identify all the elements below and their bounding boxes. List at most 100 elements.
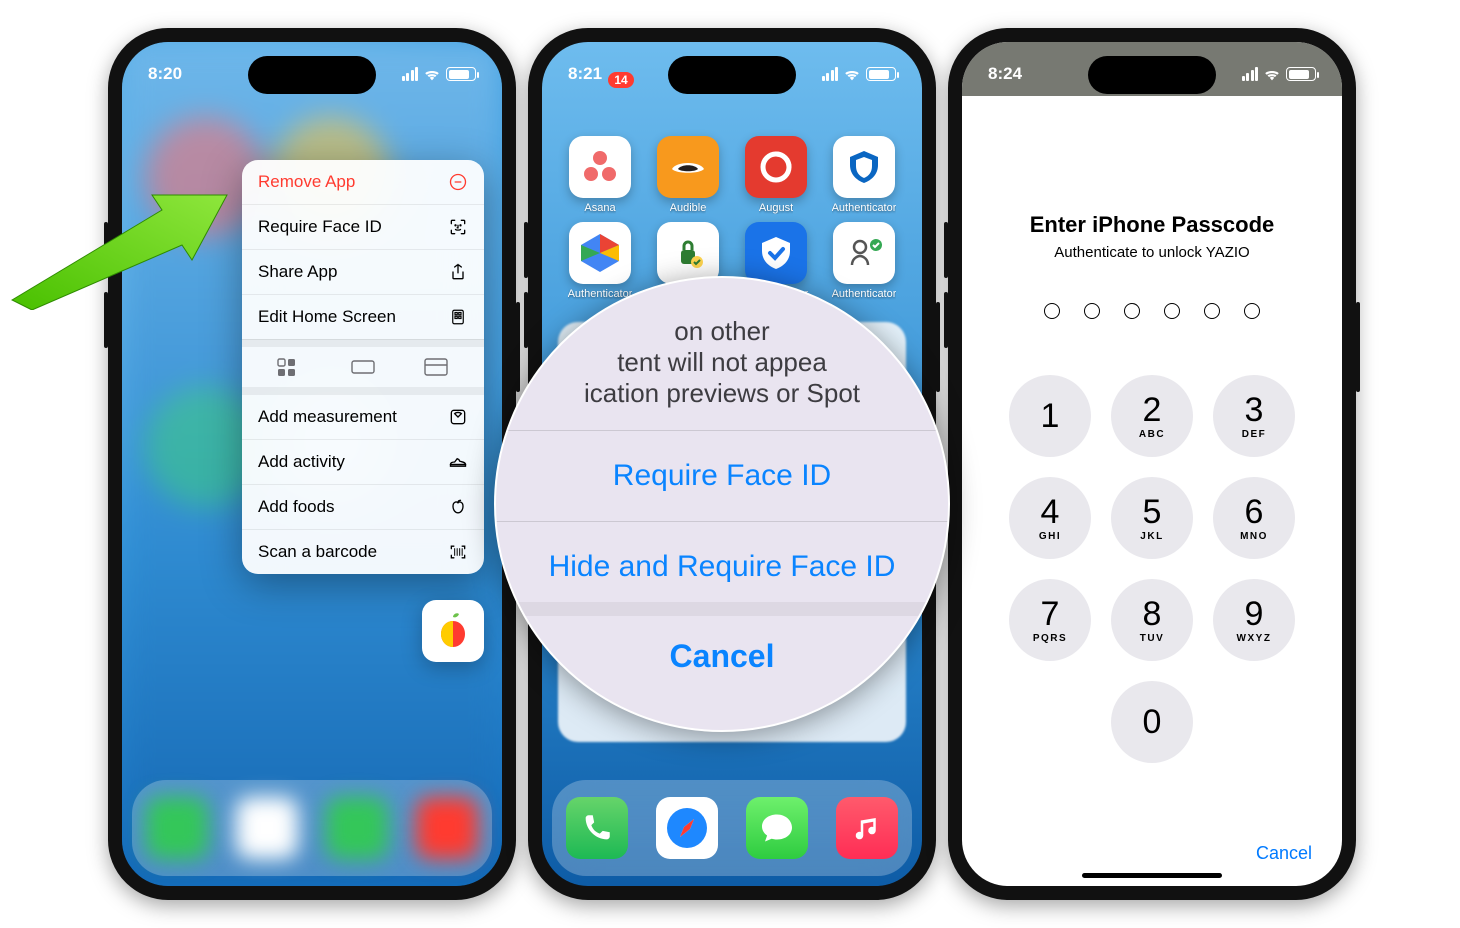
battery-icon: 80 [1286, 67, 1316, 81]
cell-signal-icon [822, 67, 839, 81]
safari-app-icon[interactable] [656, 797, 718, 859]
home-app[interactable]: Authenticator [820, 222, 908, 300]
scale-icon [448, 407, 468, 427]
widget-small-icon[interactable] [276, 357, 304, 377]
keypad-key-9[interactable]: 9WXYZ [1213, 579, 1295, 661]
app-icon[interactable] [745, 136, 807, 198]
dock-app[interactable] [146, 797, 208, 859]
menu-label: Remove App [258, 172, 355, 192]
menu-scan-barcode[interactable]: Scan a barcode [242, 530, 484, 574]
share-icon [448, 262, 468, 282]
phone-1-frame: 8:20 81 Remove App Require Face ID [108, 28, 516, 900]
keypad-key-0[interactable]: 0 [1111, 681, 1193, 763]
context-menu: Remove App Require Face ID Share App Edi… [242, 160, 484, 574]
key-number: 7 [1041, 597, 1060, 631]
app-icon[interactable] [657, 136, 719, 198]
barcode-icon [448, 542, 468, 562]
app-icon[interactable] [833, 222, 895, 284]
key-number: 6 [1245, 495, 1264, 529]
key-number: 8 [1143, 597, 1162, 631]
status-bar: 8:20 81 [122, 42, 502, 96]
menu-label: Share App [258, 262, 337, 282]
menu-add-activity[interactable]: Add activity [242, 440, 484, 485]
key-number: 2 [1143, 393, 1162, 427]
keypad-key-2[interactable]: 2 ABC [1111, 375, 1193, 457]
wifi-icon [423, 67, 441, 81]
menu-widget-size-segment[interactable] [242, 339, 484, 395]
home-app[interactable]: Audible [644, 136, 732, 214]
key-letters: JKL [1140, 531, 1163, 542]
home-app[interactable]: Asana14 [556, 136, 644, 214]
dock [132, 780, 492, 876]
battery-icon: 81 [866, 67, 896, 81]
music-app-icon[interactable] [836, 797, 898, 859]
status-time: 8:24 [988, 64, 1022, 84]
keypad-key-5[interactable]: 5 JKL [1111, 477, 1193, 559]
home-app[interactable]: August [732, 136, 820, 214]
app-label: Audible [670, 202, 707, 214]
key-letters: ABC [1139, 429, 1165, 440]
passcode-subtitle: Authenticate to unlock YAZIO [962, 244, 1342, 261]
messages-app-icon[interactable] [746, 797, 808, 859]
menu-require-face-id[interactable]: Require Face ID [242, 205, 484, 250]
passcode-title: Enter iPhone Passcode [962, 212, 1342, 238]
dock-app[interactable] [236, 797, 298, 859]
home-app[interactable]: Authenticator [820, 136, 908, 214]
keypad-key-7[interactable]: 7PQRS [1009, 579, 1091, 661]
app-label: August [759, 202, 793, 214]
cell-signal-icon [1242, 67, 1259, 81]
menu-remove-app[interactable]: Remove App [242, 160, 484, 205]
battery-icon: 81 [446, 67, 476, 81]
wifi-icon [843, 67, 861, 81]
menu-add-measurement[interactable]: Add measurement [242, 395, 484, 440]
widget-medium-icon[interactable] [349, 357, 377, 377]
keypad-key-1[interactable]: 1 [1009, 375, 1091, 457]
app-icon[interactable] [569, 222, 631, 284]
minus-circle-icon [448, 172, 468, 192]
status-time: 8:21 [568, 64, 602, 84]
status-time: 8:20 [148, 64, 182, 84]
dock-app[interactable] [326, 797, 388, 859]
keypad-key-4[interactable]: 4 GHI [1009, 477, 1091, 559]
phone-app-icon[interactable] [566, 797, 628, 859]
keypad-key-3[interactable]: 3DEF [1213, 375, 1295, 457]
key-letters: GHI [1039, 531, 1061, 542]
keypad-key-6[interactable]: 6 MNO [1213, 477, 1295, 559]
app-label: Asana [584, 202, 615, 214]
shoe-icon [448, 452, 468, 472]
menu-share-app[interactable]: Share App [242, 250, 484, 295]
key-number: 4 [1041, 495, 1060, 529]
phone-3-frame: 8:24 80 Enter iPhone Passcode Authentica… [948, 28, 1356, 900]
action-hide-and-require-face-id[interactable]: Hide and Require Face ID [496, 532, 948, 602]
dock-app[interactable] [416, 797, 478, 859]
yazio-app-icon[interactable] [422, 600, 484, 662]
apple-icon [448, 497, 468, 517]
key-number: 0 [1143, 705, 1162, 739]
menu-label: Scan a barcode [258, 542, 377, 562]
menu-edit-home-screen[interactable]: Edit Home Screen [242, 295, 484, 340]
passcode-dots [962, 303, 1342, 319]
zoom-detail-circle: on other tent will not appea ication pre… [494, 276, 950, 732]
status-bar: 8:21 81 [542, 42, 922, 96]
app-icon[interactable] [657, 222, 719, 284]
action-require-face-id[interactable]: Require Face ID [496, 441, 948, 511]
app-label: Authenticator [832, 288, 897, 300]
app-icon[interactable] [569, 136, 631, 198]
app-icon[interactable] [745, 222, 807, 284]
key-letters: MNO [1240, 531, 1268, 542]
dock [552, 780, 912, 876]
menu-label: Add foods [258, 497, 335, 517]
cell-signal-icon [402, 67, 419, 81]
home-app[interactable]: Authenticator [556, 222, 644, 300]
menu-add-foods[interactable]: Add foods [242, 485, 484, 530]
app-icon[interactable] [833, 136, 895, 198]
menu-label: Add measurement [258, 407, 397, 427]
key-letters: DEF [1242, 429, 1267, 440]
keypad-key-8[interactable]: 8TUV [1111, 579, 1193, 661]
passcode-cancel-button[interactable]: Cancel [1256, 843, 1312, 864]
key-number: 5 [1143, 495, 1162, 529]
widget-large-icon[interactable] [422, 357, 450, 377]
menu-label: Add activity [258, 452, 345, 472]
menu-label: Edit Home Screen [258, 307, 396, 327]
home-indicator[interactable] [1082, 873, 1222, 878]
